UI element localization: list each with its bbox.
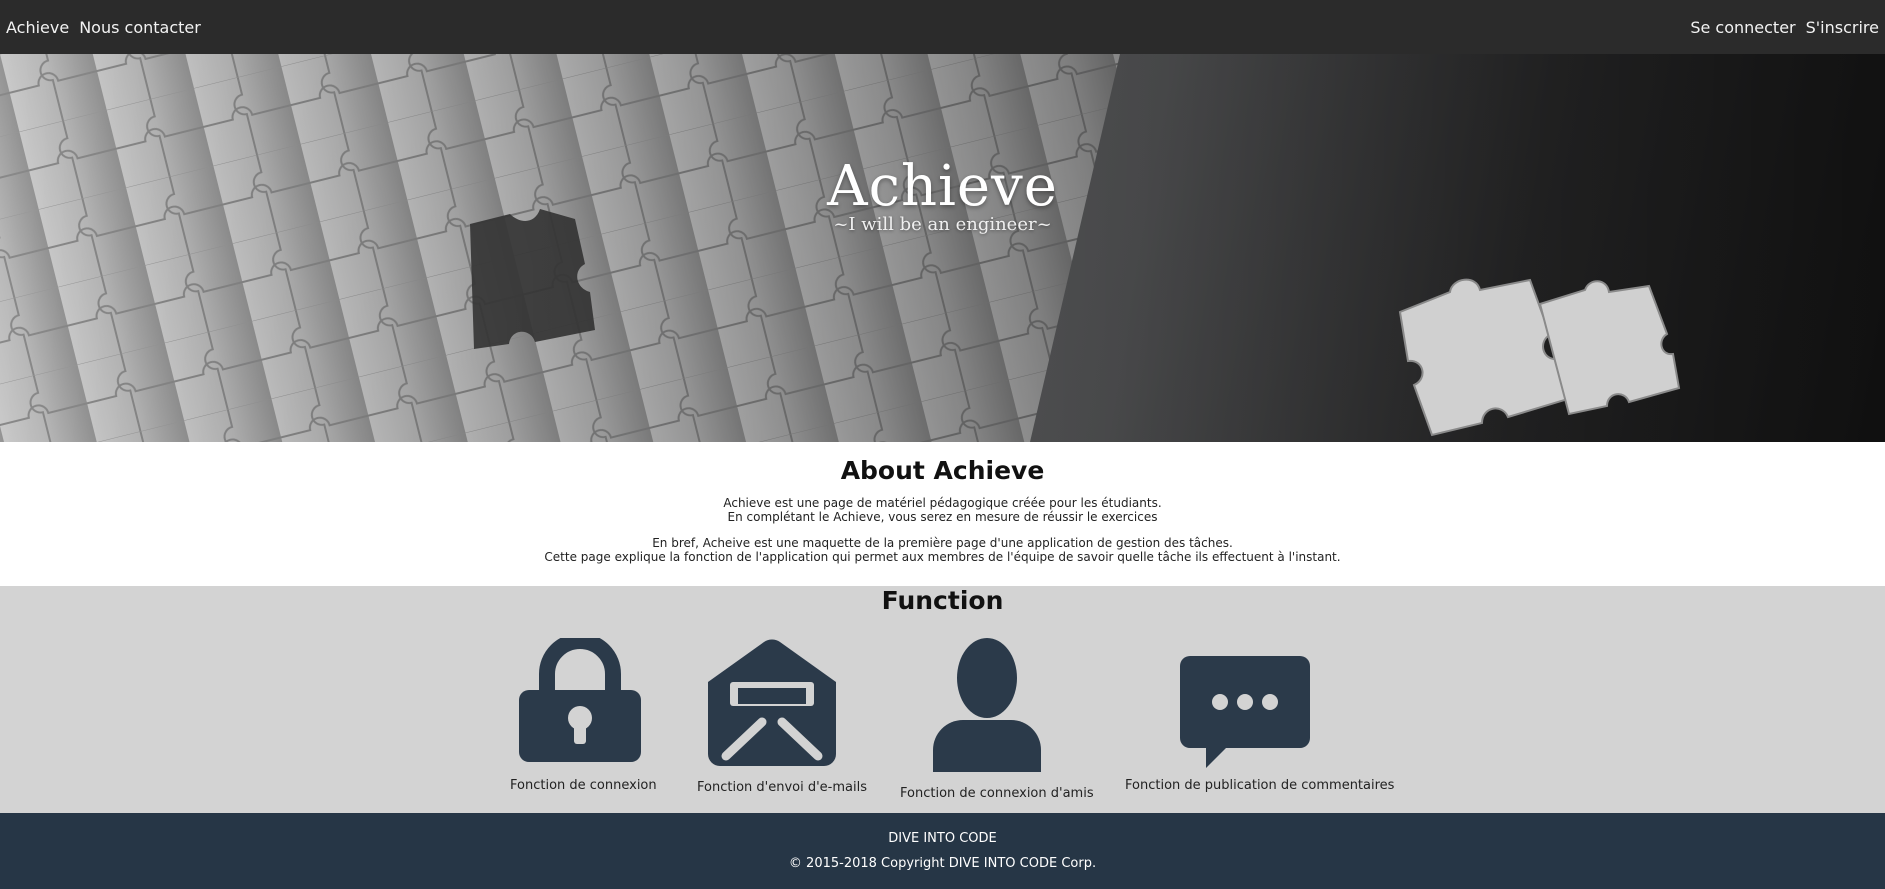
about-description: Achieve est une page de matériel pédagog…	[0, 496, 1885, 564]
about-line: En bref, Acheive est une maquette de la …	[652, 536, 1233, 550]
about-title: About Achieve	[840, 456, 1045, 485]
function-title: Function	[881, 586, 1004, 615]
function-section: Function Fonction de connexion Fonction …	[0, 586, 1885, 813]
function-label: Fonction d'envoi d'e-mails	[697, 780, 867, 795]
navbar-left: Achieve Nous contacter	[6, 18, 201, 37]
contact-link[interactable]: Nous contacter	[79, 18, 201, 37]
puzzle-background-image	[0, 54, 1885, 442]
function-label: Fonction de publication de commentaires	[1125, 778, 1395, 793]
hero-banner: Achieve ~I will be an engineer~	[0, 54, 1885, 442]
footer-copyright: © 2015-2018 Copyright DIVE INTO CODE Cor…	[788, 856, 1097, 871]
function-item-comments[interactable]: Fonction de publication de commentaires	[1125, 656, 1395, 793]
login-link[interactable]: Se connecter	[1690, 18, 1795, 37]
brand-link[interactable]: Achieve	[6, 18, 69, 37]
footer-company: DIVE INTO CODE	[888, 831, 997, 846]
footer: DIVE INTO CODE © 2015-2018 Copyright DIV…	[0, 813, 1885, 889]
chat-bubble-icon	[1180, 656, 1310, 768]
lock-icon	[519, 638, 641, 762]
function-label: Fonction de connexion d'amis	[900, 786, 1094, 801]
about-section: About Achieve Achieve est une page de ma…	[0, 442, 1885, 586]
envelope-icon	[708, 639, 836, 766]
about-line: Achieve est une page de matériel pédagog…	[723, 496, 1162, 510]
function-label: Fonction de connexion	[510, 778, 657, 793]
about-line: En complétant le Achieve, vous serez en …	[727, 510, 1158, 524]
function-item-email[interactable]: Fonction d'envoi d'e-mails	[697, 638, 867, 795]
about-line: Cette page explique la fonction de l'app…	[544, 550, 1341, 564]
navbar-right: Se connecter S'inscrire	[1690, 18, 1879, 37]
hero-title: Achieve	[827, 154, 1058, 219]
function-item-login[interactable]: Fonction de connexion	[510, 638, 657, 793]
user-icon	[933, 638, 1041, 772]
top-navbar: Achieve Nous contacter Se connecter S'in…	[0, 0, 1885, 54]
signup-link[interactable]: S'inscrire	[1806, 18, 1879, 37]
hero-subtitle: ~I will be an engineer~	[833, 214, 1052, 235]
function-item-friends[interactable]: Fonction de connexion d'amis	[900, 638, 1094, 801]
